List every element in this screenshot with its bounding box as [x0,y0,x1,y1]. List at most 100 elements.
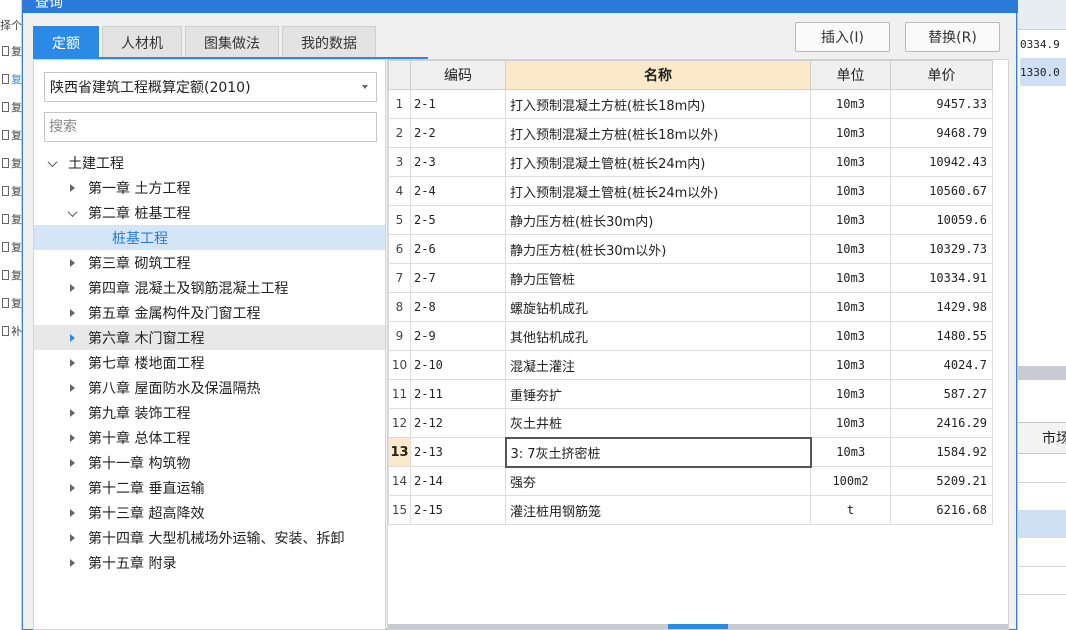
code-cell[interactable]: 2-9 [410,321,506,351]
code-cell[interactable]: 2-3 [410,147,506,177]
unit-cell[interactable]: 100m2 [810,466,891,496]
chevron-right-icon[interactable] [68,183,78,193]
price-cell[interactable]: 9468.79 [890,118,993,148]
dialog-titlebar[interactable]: 查询 [23,0,1018,13]
tree-node[interactable]: 第十章 总体工程 [34,425,385,450]
tree-node[interactable]: 第十五章 附录 [34,550,385,575]
unit-cell[interactable]: 10m3 [810,321,891,351]
tree-node[interactable]: 第九章 装饰工程 [34,400,385,425]
code-cell[interactable]: 2-13 [410,437,506,467]
scrollbar-thumb[interactable] [668,624,728,629]
row-number-cell[interactable]: 3 [388,147,411,177]
price-cell[interactable]: 1480.55 [890,321,993,351]
name-cell[interactable]: 打入预制混凝土方桩(桩长18m以外) [505,118,811,148]
name-cell[interactable]: 灌注桩用钢筋笼 [505,495,811,525]
row-number-cell[interactable]: 8 [388,292,411,322]
table-row[interactable]: 4 2-4 打入预制混凝土管桩(桩长24m以外) 10m3 10560.67 [388,176,993,206]
unit-cell[interactable]: 10m3 [810,263,891,293]
name-cell[interactable]: 混凝土灌注 [505,350,811,380]
chevron-right-icon[interactable] [68,333,78,343]
row-number-cell[interactable]: 15 [388,495,411,525]
code-cell[interactable]: 2-2 [410,118,506,148]
price-cell[interactable]: 1429.98 [890,292,993,322]
tab-0[interactable]: 定额 [33,26,99,58]
chevron-right-icon[interactable] [68,433,78,443]
name-column-header[interactable]: 名称 [505,60,811,90]
name-cell[interactable]: 强夯 [505,466,811,496]
chevron-right-icon[interactable] [68,508,78,518]
unit-cell[interactable]: 10m3 [810,205,891,235]
price-cell[interactable]: 10059.6 [890,205,993,235]
chevron-right-icon[interactable] [68,533,78,543]
horizontal-scrollbar[interactable] [388,624,1008,629]
unit-cell[interactable]: 10m3 [810,437,891,467]
unit-cell[interactable]: 10m3 [810,350,891,380]
chevron-right-icon[interactable] [68,258,78,268]
search-input[interactable] [44,112,377,142]
code-cell[interactable]: 2-4 [410,176,506,206]
replace-button[interactable]: 替换(R) [905,22,1000,52]
code-cell[interactable]: 2-6 [410,234,506,264]
chevron-right-icon[interactable] [68,483,78,493]
row-number-cell[interactable]: 4 [388,176,411,206]
row-number-cell[interactable]: 1 [388,89,411,119]
row-number-cell[interactable]: 6 [388,234,411,264]
unit-cell[interactable]: 10m3 [810,176,891,206]
unit-cell[interactable]: t [810,495,891,525]
tree-node[interactable]: 第十三章 超高降效 [34,500,385,525]
table-row[interactable]: 5 2-5 静力压方桩(桩长30m内) 10m3 10059.6 [388,205,993,235]
row-number-cell[interactable]: 14 [388,466,411,496]
chevron-right-icon[interactable] [68,458,78,468]
table-row[interactable]: 6 2-6 静力压方桩(桩长30m以外) 10m3 10329.73 [388,234,993,264]
price-cell[interactable]: 587.27 [890,379,993,409]
row-number-cell[interactable]: 7 [388,263,411,293]
unit-cell[interactable]: 10m3 [810,147,891,177]
price-cell[interactable]: 10942.43 [890,147,993,177]
tree-node[interactable]: 第八章 屋面防水及保温隔热 [34,375,385,400]
row-number-cell[interactable]: 5 [388,205,411,235]
name-cell[interactable]: 螺旋钻机成孔 [505,292,811,322]
table-row[interactable]: 15 2-15 灌注桩用钢筋笼 t 6216.68 [388,495,993,525]
code-cell[interactable]: 2-15 [410,495,506,525]
price-cell[interactable]: 5209.21 [890,466,993,496]
unit-cell[interactable]: 10m3 [810,89,891,119]
quota-library-select[interactable]: 陕西省建筑工程概算定额(2010) [44,72,377,102]
name-cell[interactable]: 静力压方桩(桩长30m内) [505,205,811,235]
tree-node[interactable]: 第四章 混凝土及钢筋混凝土工程 [34,275,385,300]
tab-3[interactable]: 我的数据 [282,26,376,58]
table-row[interactable]: 7 2-7 静力压管桩 10m3 10334.91 [388,263,993,293]
table-row[interactable]: 10 2-10 混凝土灌注 10m3 4024.7 [388,350,993,380]
code-cell[interactable]: 2-11 [410,379,506,409]
chevron-right-icon[interactable] [68,383,78,393]
code-cell[interactable]: 2-12 [410,408,506,438]
table-row[interactable]: 11 2-11 重锤夯扩 10m3 587.27 [388,379,993,409]
name-cell[interactable]: 静力压管桩 [505,263,811,293]
price-cell[interactable]: 1584.92 [890,437,993,467]
tree-node[interactable]: 第十二章 垂直运输 [34,475,385,500]
insert-button[interactable]: 插入(I) [795,22,890,52]
table-row[interactable]: 1 2-1 打入预制混凝土方桩(桩长18m内) 10m3 9457.33 [388,89,993,119]
tree-node[interactable]: 桩基工程 [34,225,385,250]
name-cell[interactable]: 静力压方桩(桩长30m以外) [505,234,811,264]
price-cell[interactable]: 9457.33 [890,89,993,119]
name-cell[interactable]: 灰土井桩 [505,408,811,438]
table-row[interactable]: 2 2-2 打入预制混凝土方桩(桩长18m以外) 10m3 9468.79 [388,118,993,148]
tab-2[interactable]: 图集做法 [185,26,279,58]
price-cell[interactable]: 6216.68 [890,495,993,525]
unit-cell[interactable]: 10m3 [810,292,891,322]
tree-node[interactable]: 第七章 楼地面工程 [34,350,385,375]
name-cell[interactable]: 3: 7灰土挤密桩 [504,436,812,468]
price-cell[interactable]: 2416.29 [890,408,993,438]
tree-node[interactable]: 第十四章 大型机械场外运输、安装、拆卸 [34,525,385,550]
chevron-right-icon[interactable] [68,283,78,293]
code-cell[interactable]: 2-1 [410,89,506,119]
name-cell[interactable]: 其他钻机成孔 [505,321,811,351]
tree-node[interactable]: 第十一章 构筑物 [34,450,385,475]
unit-cell[interactable]: 10m3 [810,379,891,409]
price-cell[interactable]: 10560.67 [890,176,993,206]
price-cell[interactable]: 10329.73 [890,234,993,264]
table-row[interactable]: 13 2-13 3: 7灰土挤密桩 10m3 1584.92 [388,436,993,468]
row-number-cell[interactable]: 12 [388,408,411,438]
row-number-cell[interactable]: 9 [388,321,411,351]
code-cell[interactable]: 2-14 [410,466,506,496]
